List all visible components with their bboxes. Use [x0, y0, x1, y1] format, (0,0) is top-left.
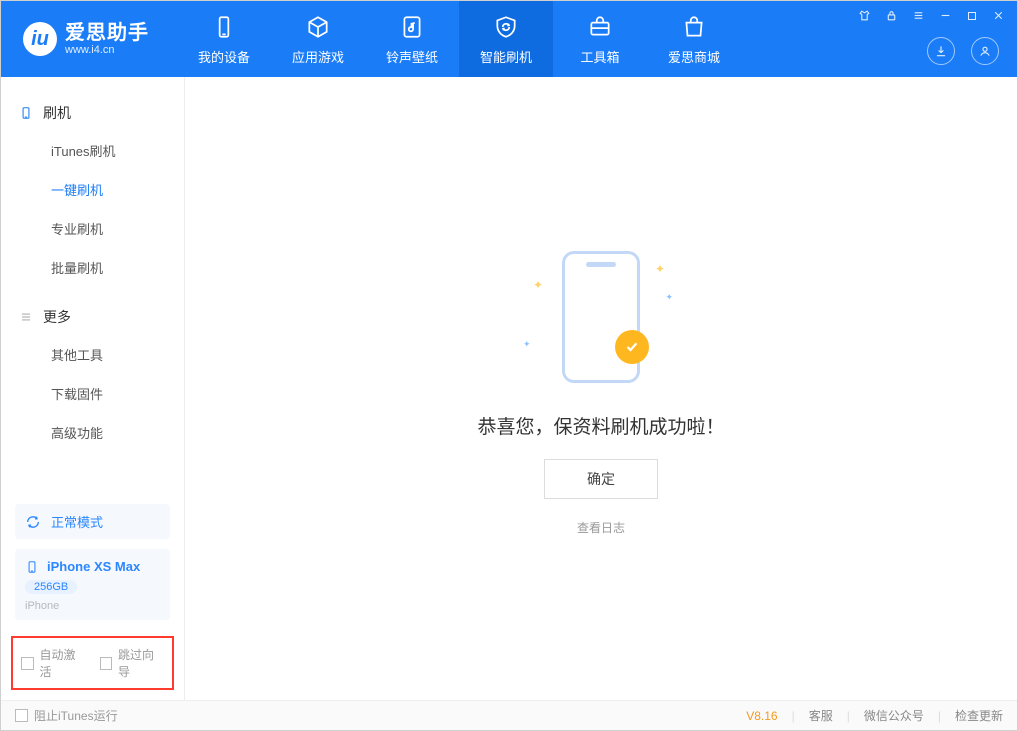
sidebar: 刷机 iTunes刷机 一键刷机 专业刷机 批量刷机 更多 其他工具 下载固件 … [1, 77, 185, 700]
success-illustration: ✦ ✦ ✦ ✦ [511, 242, 691, 392]
nav-toolbox[interactable]: 工具箱 [553, 1, 647, 77]
phone-icon [19, 106, 33, 120]
nav-label: 我的设备 [198, 47, 250, 66]
sidebar-item-oneclick-flash[interactable]: 一键刷机 [1, 170, 184, 209]
maximize-icon[interactable] [966, 10, 978, 22]
close-icon[interactable] [992, 9, 1005, 22]
sidebar-section-flash: 刷机 [1, 95, 184, 131]
checkbox-icon [15, 709, 28, 722]
check-badge-icon [615, 330, 649, 364]
main-content: ✦ ✦ ✦ ✦ 恭喜您，保资料刷机成功啦！ 确定 查看日志 [185, 77, 1017, 700]
nav-label: 铃声壁纸 [386, 47, 438, 66]
device-icon [211, 13, 237, 41]
sidebar-item-pro-flash[interactable]: 专业刷机 [1, 209, 184, 248]
window-controls [858, 9, 1005, 22]
main-nav: 我的设备 应用游戏 铃声壁纸 智能刷机 工具箱 [177, 1, 741, 77]
checkbox-auto-activate[interactable]: 自动激活 [21, 646, 86, 680]
storage-badge: 256GB [25, 580, 77, 594]
nav-apps-games[interactable]: 应用游戏 [271, 1, 365, 77]
toolbox-icon [587, 13, 613, 41]
sparkle-icon: ✦ [665, 292, 673, 303]
nav-label: 应用游戏 [292, 47, 344, 66]
sidebar-item-other-tools[interactable]: 其他工具 [1, 335, 184, 374]
account-button[interactable] [971, 37, 999, 65]
logo-icon: iu [23, 22, 57, 56]
sync-icon [25, 514, 41, 530]
sidebar-item-download-firmware[interactable]: 下载固件 [1, 374, 184, 413]
checkbox-skip-wizard[interactable]: 跳过向导 [100, 646, 165, 680]
version-label: V8.16 [746, 709, 777, 723]
app-name: 爱思助手 [65, 22, 149, 44]
ok-button[interactable]: 确定 [544, 459, 658, 499]
sparkle-icon: ✦ [533, 278, 543, 292]
music-doc-icon [399, 13, 425, 41]
body-area: 刷机 iTunes刷机 一键刷机 专业刷机 批量刷机 更多 其他工具 下载固件 … [1, 77, 1017, 700]
nav-label: 工具箱 [580, 47, 619, 66]
sidebar-item-advanced[interactable]: 高级功能 [1, 413, 184, 452]
device-panel: 正常模式 iPhone XS Max 256GB iPhone [1, 494, 184, 630]
device-mode-row[interactable]: 正常模式 [15, 504, 170, 539]
sidebar-item-batch-flash[interactable]: 批量刷机 [1, 248, 184, 287]
lock-icon[interactable] [885, 9, 898, 22]
device-type: iPhone [25, 600, 160, 612]
wechat-link[interactable]: 微信公众号 [864, 707, 924, 724]
sparkle-icon: ✦ [523, 339, 531, 350]
checkbox-icon [100, 657, 113, 670]
header-right-icons [927, 37, 999, 65]
cube-icon [305, 13, 331, 41]
shirt-icon[interactable] [858, 9, 871, 22]
check-update-link[interactable]: 检查更新 [955, 707, 1003, 724]
nav-smart-flash[interactable]: 智能刷机 [459, 1, 553, 77]
checkbox-block-itunes[interactable]: 阻止iTunes运行 [15, 707, 118, 724]
download-button[interactable] [927, 37, 955, 65]
minimize-icon[interactable] [939, 9, 952, 22]
app-logo: iu 爱思助手 www.i4.cn [23, 22, 149, 56]
status-bar: 阻止iTunes运行 V8.16 | 客服 | 微信公众号 | 检查更新 [1, 700, 1017, 730]
success-message: 恭喜您，保资料刷机成功啦！ [477, 412, 724, 439]
sparkle-icon: ✦ [655, 262, 665, 276]
support-link[interactable]: 客服 [809, 707, 833, 724]
nav-my-device[interactable]: 我的设备 [177, 1, 271, 77]
menu-icon [19, 310, 33, 324]
mode-label: 正常模式 [51, 512, 103, 531]
header-bar: iu 爱思助手 www.i4.cn 我的设备 应用游戏 铃声壁纸 [1, 1, 1017, 77]
nav-label: 智能刷机 [480, 47, 532, 66]
checkbox-icon [21, 657, 34, 670]
nav-ringtones[interactable]: 铃声壁纸 [365, 1, 459, 77]
shopping-bag-icon [681, 13, 707, 41]
device-info-row[interactable]: iPhone XS Max 256GB iPhone [15, 549, 170, 620]
refresh-shield-icon [493, 13, 519, 41]
checkbox-highlight-area: 自动激活 跳过向导 [11, 636, 174, 690]
nav-label: 爱思商城 [668, 47, 720, 66]
sidebar-section-more: 更多 [1, 299, 184, 335]
view-log-link[interactable]: 查看日志 [577, 519, 625, 536]
sidebar-item-itunes-flash[interactable]: iTunes刷机 [1, 131, 184, 170]
app-domain: www.i4.cn [65, 44, 149, 56]
menu-icon[interactable] [912, 9, 925, 22]
nav-store[interactable]: 爱思商城 [647, 1, 741, 77]
phone-icon [25, 560, 39, 574]
